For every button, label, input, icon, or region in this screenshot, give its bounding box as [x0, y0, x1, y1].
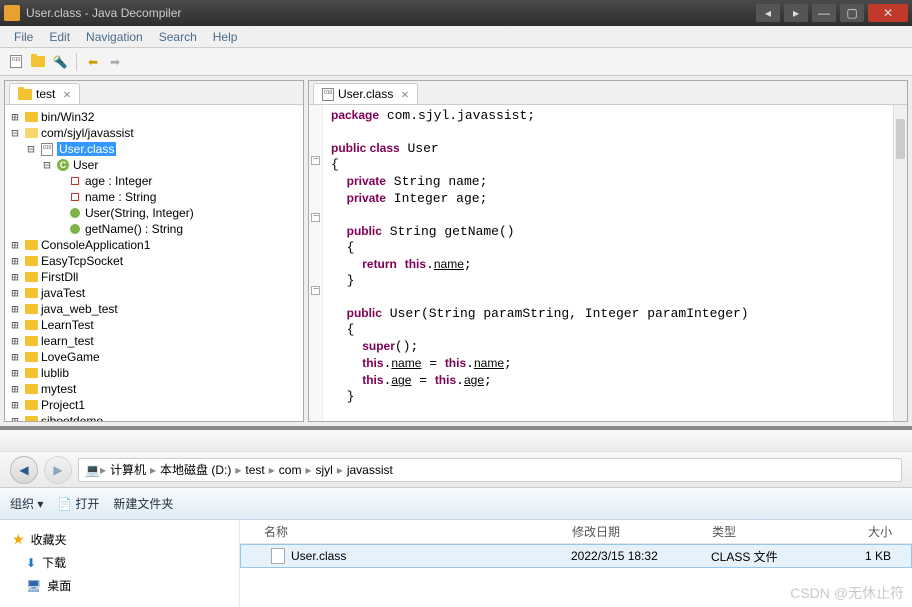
explorer-titlebar	[0, 430, 912, 452]
tree-item[interactable]: bin/Win32	[41, 110, 94, 124]
tree-item[interactable]: EasyTcpSocket	[41, 254, 123, 268]
watermark: CSDN @无休止符	[790, 583, 904, 603]
fold-gutter[interactable]	[309, 105, 323, 421]
download-icon: ⬇	[26, 556, 36, 570]
col-name[interactable]: 名称	[240, 523, 572, 540]
file-row[interactable]: User.class 2022/3/15 18:32 CLASS 文件 1 KB	[240, 544, 912, 568]
menu-edit[interactable]: Edit	[41, 28, 78, 46]
tree-item[interactable]: com/sjyl/javassist	[41, 126, 134, 140]
fold-icon[interactable]	[311, 156, 320, 165]
config-left-icon[interactable]: ◂	[756, 4, 780, 22]
back-icon[interactable]: ⬅	[83, 52, 103, 72]
tree-item[interactable]: java_web_test	[41, 302, 118, 316]
nav-forward-button[interactable]: ▶	[44, 456, 72, 484]
col-size[interactable]: 大小	[832, 523, 912, 540]
crumb[interactable]: 计算机	[106, 461, 150, 478]
editor-panel: User.class ✕ package com.sjyl.javassist;…	[308, 80, 908, 422]
tree-item[interactable]: mytest	[41, 382, 76, 396]
explorer-toolbar: 组织 ▾ 📄打开 新建文件夹	[0, 488, 912, 520]
tree-item[interactable]: Project1	[41, 398, 85, 412]
list-header[interactable]: 名称 修改日期 类型 大小	[240, 520, 912, 544]
file-date: 2022/3/15 18:32	[571, 549, 711, 563]
titlebar: User.class - Java Decompiler ◂ ▸ — ▢ ✕	[0, 0, 912, 26]
file-size: 1 KB	[831, 549, 911, 563]
tree-item[interactable]: FirstDll	[41, 270, 78, 284]
favorites-group[interactable]: ★收藏夹	[8, 528, 231, 551]
tree-item[interactable]: lublib	[41, 366, 69, 380]
tree-item[interactable]: learn_test	[41, 334, 94, 348]
crumb[interactable]: sjyl	[311, 463, 336, 477]
explorer-sidebar: ★收藏夹 ⬇下载 🖥桌面	[0, 520, 240, 607]
star-icon: ★	[12, 531, 25, 548]
tree-item[interactable]: sjbootdemo	[41, 414, 103, 421]
open-button[interactable]: 📄打开	[57, 495, 99, 512]
project-tree[interactable]: ⊞bin/Win32 ⊟com/sjyl/javassist ⊟User.cla…	[5, 105, 303, 421]
new-folder-button[interactable]: 新建文件夹	[113, 495, 173, 512]
close-button[interactable]: ✕	[868, 4, 908, 22]
window-title: User.class - Java Decompiler	[26, 6, 752, 20]
nav-back-button[interactable]: ◀	[10, 456, 38, 484]
project-tab-label: test	[36, 87, 55, 101]
close-icon[interactable]: ✕	[401, 87, 408, 101]
col-type[interactable]: 类型	[712, 523, 832, 540]
tree-item-selected[interactable]: User.class	[57, 142, 116, 156]
tree-item[interactable]: LearnTest	[41, 318, 94, 332]
project-tab[interactable]: test ✕	[9, 83, 80, 104]
tree-item[interactable]: javaTest	[41, 286, 85, 300]
file-icon	[271, 548, 285, 564]
tree-item[interactable]: age : Integer	[85, 174, 152, 188]
sidebar-desktop[interactable]: 🖥桌面	[8, 574, 231, 597]
tree-item[interactable]: LoveGame	[41, 350, 100, 364]
open-folder-icon[interactable]	[28, 52, 48, 72]
app-icon	[4, 5, 20, 21]
menu-search[interactable]: Search	[151, 28, 205, 46]
config-right-icon[interactable]: ▸	[784, 4, 808, 22]
folder-icon	[18, 89, 32, 100]
file-name: User.class	[291, 549, 346, 563]
col-date[interactable]: 修改日期	[572, 523, 712, 540]
source-code[interactable]: package com.sjyl.javassist; public class…	[323, 105, 893, 421]
crumb[interactable]: com	[275, 463, 306, 477]
maximize-button[interactable]: ▢	[840, 4, 864, 22]
menubar: File Edit Navigation Search Help	[0, 26, 912, 48]
sidebar-downloads[interactable]: ⬇下载	[8, 551, 231, 574]
tree-item[interactable]: name : String	[85, 190, 156, 204]
toolbar: 🔦 ⬅ ➡	[0, 48, 912, 76]
computer-icon: 💻	[85, 463, 100, 477]
desktop-icon: 🖥	[26, 579, 41, 593]
crumb[interactable]: test	[241, 463, 268, 477]
tree-item[interactable]: User	[73, 158, 98, 172]
menu-navigation[interactable]: Navigation	[78, 28, 151, 46]
classfile-icon	[322, 88, 334, 101]
crumb[interactable]: javassist	[343, 463, 397, 477]
project-tree-panel: test ✕ ⊞bin/Win32 ⊟com/sjyl/javassist ⊟U…	[4, 80, 304, 422]
code-editor[interactable]: package com.sjyl.javassist; public class…	[309, 105, 907, 421]
file-type: CLASS 文件	[711, 548, 831, 565]
scrollbar[interactable]	[893, 105, 907, 421]
organize-button[interactable]: 组织 ▾	[10, 495, 43, 512]
explorer-nav: ◀ ▶ 💻 ▸计算机 ▸本地磁盘 (D:) ▸test ▸com ▸sjyl ▸…	[0, 452, 912, 488]
tree-item[interactable]: ConsoleApplication1	[41, 238, 150, 252]
tree-item[interactable]: User(String, Integer)	[85, 206, 194, 220]
menu-file[interactable]: File	[6, 28, 41, 46]
editor-tab-label: User.class	[338, 87, 393, 101]
search-icon[interactable]: 🔦	[50, 52, 70, 72]
crumb[interactable]: 本地磁盘 (D:)	[156, 461, 235, 478]
file-explorer: ◀ ▶ 💻 ▸计算机 ▸本地磁盘 (D:) ▸test ▸com ▸sjyl ▸…	[0, 426, 912, 607]
minimize-button[interactable]: —	[812, 4, 836, 22]
breadcrumb[interactable]: 💻 ▸计算机 ▸本地磁盘 (D:) ▸test ▸com ▸sjyl ▸java…	[78, 458, 902, 482]
toolbar-separator	[76, 53, 77, 71]
open-file-icon[interactable]	[6, 52, 26, 72]
menu-help[interactable]: Help	[205, 28, 246, 46]
editor-tab[interactable]: User.class ✕	[313, 83, 418, 104]
forward-icon[interactable]: ➡	[105, 52, 125, 72]
close-icon[interactable]: ✕	[63, 87, 70, 101]
tree-item[interactable]: getName() : String	[85, 222, 183, 236]
fold-icon[interactable]	[311, 213, 320, 222]
fold-icon[interactable]	[311, 286, 320, 295]
